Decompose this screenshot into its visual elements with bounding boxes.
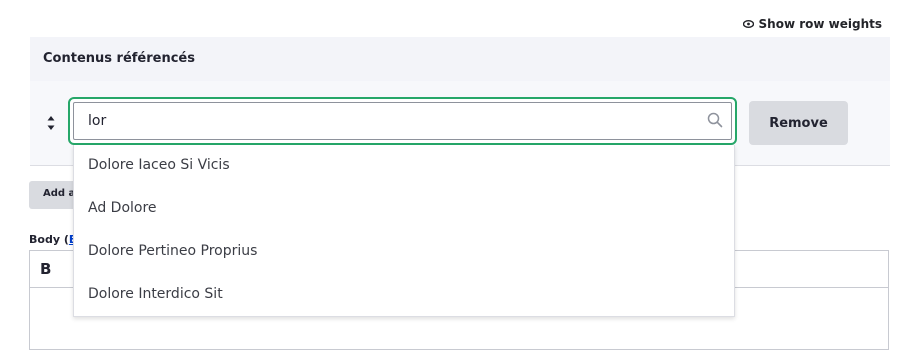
body-label-text: Body (: [29, 233, 69, 246]
autocomplete-option[interactable]: Dolore Interdico Sit: [74, 274, 734, 317]
bold-button[interactable]: B: [40, 260, 51, 278]
autocomplete-option[interactable]: Ad Dolore: [74, 188, 734, 231]
autocomplete-input[interactable]: [73, 102, 732, 140]
show-row-weights-link[interactable]: Show row weights: [742, 17, 882, 31]
autocomplete-focus-ring: [68, 97, 737, 145]
autocomplete-dropdown: Dolore Iaceo Si Vicis Ad Dolore Dolore P…: [73, 145, 735, 317]
body-field-label: Body (E: [29, 233, 76, 246]
autocomplete-option[interactable]: Dolore Iaceo Si Vicis: [74, 145, 734, 188]
remove-button[interactable]: Remove: [749, 101, 848, 145]
search-icon: [707, 112, 723, 132]
show-row-weights-label: Show row weights: [758, 17, 882, 31]
table-header: Contenus référencés: [30, 37, 890, 82]
drag-handle-icon[interactable]: [44, 114, 58, 132]
autocomplete-option[interactable]: Dolore Pertineo Proprius: [74, 231, 734, 274]
eye-icon: [742, 20, 754, 28]
table-title: Contenus référencés: [43, 51, 195, 66]
